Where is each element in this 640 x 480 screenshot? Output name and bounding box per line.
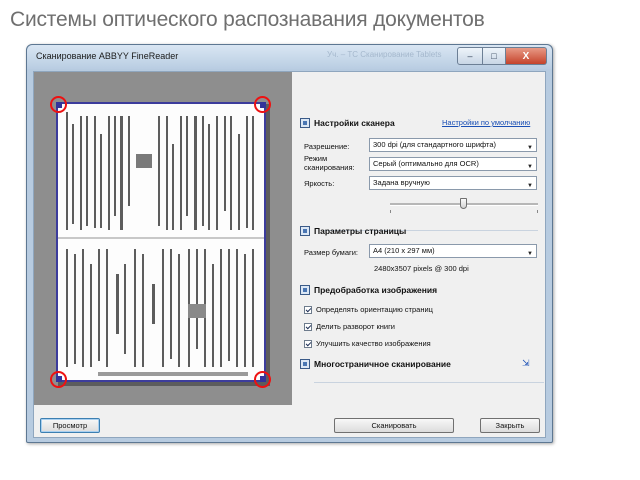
option-label: Определять ориентацию страниц	[316, 305, 433, 314]
resolution-select[interactable]: 300 dpi (для стандартного шрифта) ▼	[369, 138, 537, 152]
scan-dialog-window: Сканирование ABBYY FineReader Уч. – ТС С…	[26, 44, 553, 443]
paper-size-value: A4 (210 x 297 мм)	[373, 246, 435, 255]
scanner-settings-title: Настройки сканера	[314, 118, 395, 128]
pixels-hint: 2480x3507 pixels @ 300 dpi	[374, 264, 469, 273]
highlight-circle-top-left	[50, 96, 67, 113]
dialog-client-area: Настройки сканера Настройки по умолчанию…	[33, 71, 546, 438]
resolution-label: Разрешение:	[304, 142, 350, 151]
resolution-value: 300 dpi (для стандартного шрифта)	[373, 140, 497, 149]
brightness-select[interactable]: Задана вручную ▼	[369, 176, 537, 190]
close-window-button[interactable]: X	[506, 47, 547, 65]
scan-mode-value: Серый (оптимально для OCR)	[373, 159, 479, 168]
page-params-title: Параметры страницы	[314, 226, 407, 236]
background-window-title: Уч. – ТС Сканирование Tablets	[327, 50, 442, 59]
highlight-circle-top-right	[254, 96, 271, 113]
caption-buttons: – □ X	[457, 47, 547, 65]
option-label: Улучшить качество изображения	[316, 339, 431, 348]
image-enhance-icon	[300, 285, 310, 295]
multipage-header[interactable]: Многостраничное сканирование	[300, 359, 451, 369]
brightness-value: Задана вручную	[373, 178, 430, 187]
option-split-book[interactable]: Делить разворот книги	[304, 322, 395, 331]
preprocessing-title: Предобработка изображения	[314, 285, 438, 295]
slider-tick	[390, 210, 391, 213]
option-label: Делить разворот книги	[316, 322, 395, 331]
multipage-title: Многостраничное сканирование	[314, 359, 451, 369]
page-params-header[interactable]: Параметры страницы	[300, 226, 406, 236]
defaults-link[interactable]: Настройки по умолчанию	[442, 118, 530, 127]
scanned-text-image	[66, 112, 254, 376]
option-enhance-image[interactable]: Улучшить качество изображения	[304, 339, 431, 348]
highlight-circle-bottom-right	[254, 371, 271, 388]
scan-mode-label: Режим сканирования:	[304, 154, 355, 172]
section-divider	[314, 382, 544, 383]
title-bar[interactable]: Сканирование ABBYY FineReader Уч. – ТС С…	[27, 45, 552, 69]
chevron-down-icon: ▼	[527, 145, 533, 151]
scan-button[interactable]: Сканировать	[334, 418, 454, 433]
maximize-button[interactable]: □	[483, 47, 506, 65]
scanned-page-preview[interactable]	[56, 102, 266, 382]
slide-title: Системы оптического распознавания докуме…	[10, 8, 485, 31]
checkbox[interactable]	[304, 305, 312, 314]
brightness-slider-thumb[interactable]	[460, 198, 467, 209]
expand-icon[interactable]: ⇲	[522, 358, 530, 369]
chevron-down-icon: ▼	[527, 183, 533, 189]
paper-size-label: Размер бумаги:	[304, 248, 358, 257]
preview-button[interactable]: Просмотр	[40, 418, 100, 433]
paper-size-select[interactable]: A4 (210 x 297 мм) ▼	[369, 244, 537, 258]
slider-tick	[537, 210, 538, 213]
scanner-icon	[300, 118, 310, 128]
highlight-circle-bottom-left	[50, 371, 67, 388]
brightness-label: Яркость:	[304, 179, 335, 188]
scan-preview-pane[interactable]	[34, 72, 292, 405]
option-detect-orientation[interactable]: Определять ориентацию страниц	[304, 305, 433, 314]
close-button[interactable]: Закрыть	[480, 418, 540, 433]
preprocessing-header[interactable]: Предобработка изображения	[300, 285, 437, 295]
checkbox[interactable]	[304, 339, 312, 348]
chevron-down-icon: ▼	[527, 251, 533, 257]
minimize-button[interactable]: –	[457, 47, 483, 65]
multipage-icon	[300, 359, 310, 369]
checkbox[interactable]	[304, 322, 312, 331]
window-title: Сканирование ABBYY FineReader	[36, 51, 179, 61]
scanner-settings-header[interactable]: Настройки сканера	[300, 118, 395, 128]
page-icon	[300, 226, 310, 236]
chevron-down-icon: ▼	[527, 164, 533, 170]
scan-mode-select[interactable]: Серый (оптимально для OCR) ▼	[369, 157, 537, 171]
